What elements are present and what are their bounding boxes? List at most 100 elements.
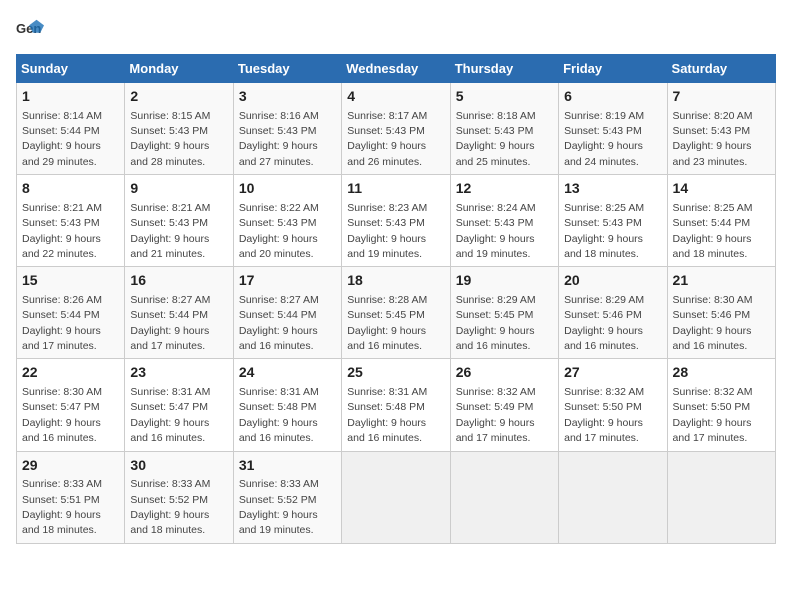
calendar-cell: 31 Sunrise: 8:33 AM Sunset: 5:52 PM Dayl… [233, 451, 341, 543]
day-number: 14 [673, 179, 770, 199]
calendar-cell: 8 Sunrise: 8:21 AM Sunset: 5:43 PM Dayli… [17, 175, 125, 267]
cell-sunrise: Sunrise: 8:30 AM [673, 294, 753, 306]
calendar-cell: 13 Sunrise: 8:25 AM Sunset: 5:43 PM Dayl… [559, 175, 667, 267]
day-number: 13 [564, 179, 661, 199]
calendar-cell: 27 Sunrise: 8:32 AM Sunset: 5:50 PM Dayl… [559, 359, 667, 451]
cell-daylight: Daylight: 9 hours and 17 minutes. [456, 417, 535, 444]
cell-daylight: Daylight: 9 hours and 17 minutes. [130, 325, 209, 352]
calendar-cell: 26 Sunrise: 8:32 AM Sunset: 5:49 PM Dayl… [450, 359, 558, 451]
calendar-cell: 25 Sunrise: 8:31 AM Sunset: 5:48 PM Dayl… [342, 359, 450, 451]
calendar-cell: 3 Sunrise: 8:16 AM Sunset: 5:43 PM Dayli… [233, 83, 341, 175]
cell-daylight: Daylight: 9 hours and 16 minutes. [564, 325, 643, 352]
cell-sunset: Sunset: 5:50 PM [673, 401, 751, 413]
cell-sunset: Sunset: 5:43 PM [564, 125, 642, 137]
day-number: 20 [564, 271, 661, 291]
cell-sunset: Sunset: 5:50 PM [564, 401, 642, 413]
day-number: 5 [456, 87, 553, 107]
calendar-cell: 30 Sunrise: 8:33 AM Sunset: 5:52 PM Dayl… [125, 451, 233, 543]
cell-sunset: Sunset: 5:43 PM [347, 217, 425, 229]
cell-sunrise: Sunrise: 8:32 AM [456, 386, 536, 398]
cell-sunrise: Sunrise: 8:21 AM [22, 202, 102, 214]
calendar-week-row: 8 Sunrise: 8:21 AM Sunset: 5:43 PM Dayli… [17, 175, 776, 267]
cell-daylight: Daylight: 9 hours and 22 minutes. [22, 233, 101, 260]
cell-daylight: Daylight: 9 hours and 25 minutes. [456, 140, 535, 167]
day-number: 31 [239, 456, 336, 476]
cell-sunrise: Sunrise: 8:31 AM [347, 386, 427, 398]
cell-sunset: Sunset: 5:52 PM [239, 494, 317, 506]
cell-sunrise: Sunrise: 8:33 AM [22, 478, 102, 490]
cell-daylight: Daylight: 9 hours and 16 minutes. [22, 417, 101, 444]
cell-daylight: Daylight: 9 hours and 23 minutes. [673, 140, 752, 167]
calendar-cell [559, 451, 667, 543]
cell-daylight: Daylight: 9 hours and 19 minutes. [239, 509, 318, 536]
cell-sunrise: Sunrise: 8:14 AM [22, 110, 102, 122]
calendar-cell: 29 Sunrise: 8:33 AM Sunset: 5:51 PM Dayl… [17, 451, 125, 543]
cell-sunrise: Sunrise: 8:24 AM [456, 202, 536, 214]
cell-sunset: Sunset: 5:44 PM [239, 309, 317, 321]
cell-sunrise: Sunrise: 8:20 AM [673, 110, 753, 122]
calendar-cell: 9 Sunrise: 8:21 AM Sunset: 5:43 PM Dayli… [125, 175, 233, 267]
cell-daylight: Daylight: 9 hours and 26 minutes. [347, 140, 426, 167]
cell-sunrise: Sunrise: 8:33 AM [130, 478, 210, 490]
cell-daylight: Daylight: 9 hours and 20 minutes. [239, 233, 318, 260]
calendar-cell: 14 Sunrise: 8:25 AM Sunset: 5:44 PM Dayl… [667, 175, 775, 267]
day-number: 9 [130, 179, 227, 199]
day-number: 1 [22, 87, 119, 107]
cell-daylight: Daylight: 9 hours and 16 minutes. [347, 417, 426, 444]
cell-daylight: Daylight: 9 hours and 16 minutes. [347, 325, 426, 352]
day-number: 8 [22, 179, 119, 199]
calendar-cell: 19 Sunrise: 8:29 AM Sunset: 5:45 PM Dayl… [450, 267, 558, 359]
day-number: 27 [564, 363, 661, 383]
cell-sunrise: Sunrise: 8:15 AM [130, 110, 210, 122]
day-number: 24 [239, 363, 336, 383]
header-day: Wednesday [342, 55, 450, 83]
calendar-cell: 6 Sunrise: 8:19 AM Sunset: 5:43 PM Dayli… [559, 83, 667, 175]
cell-daylight: Daylight: 9 hours and 24 minutes. [564, 140, 643, 167]
cell-sunset: Sunset: 5:43 PM [673, 125, 751, 137]
cell-sunset: Sunset: 5:44 PM [22, 309, 100, 321]
day-number: 21 [673, 271, 770, 291]
cell-daylight: Daylight: 9 hours and 17 minutes. [673, 417, 752, 444]
header-row: SundayMondayTuesdayWednesdayThursdayFrid… [17, 55, 776, 83]
cell-sunset: Sunset: 5:43 PM [239, 217, 317, 229]
header-day: Sunday [17, 55, 125, 83]
day-number: 29 [22, 456, 119, 476]
cell-sunset: Sunset: 5:51 PM [22, 494, 100, 506]
cell-sunrise: Sunrise: 8:18 AM [456, 110, 536, 122]
cell-daylight: Daylight: 9 hours and 18 minutes. [564, 233, 643, 260]
calendar-cell: 4 Sunrise: 8:17 AM Sunset: 5:43 PM Dayli… [342, 83, 450, 175]
header-day: Friday [559, 55, 667, 83]
cell-sunset: Sunset: 5:47 PM [22, 401, 100, 413]
cell-sunrise: Sunrise: 8:31 AM [130, 386, 210, 398]
cell-daylight: Daylight: 9 hours and 16 minutes. [673, 325, 752, 352]
cell-daylight: Daylight: 9 hours and 16 minutes. [456, 325, 535, 352]
calendar-cell: 28 Sunrise: 8:32 AM Sunset: 5:50 PM Dayl… [667, 359, 775, 451]
calendar-cell: 7 Sunrise: 8:20 AM Sunset: 5:43 PM Dayli… [667, 83, 775, 175]
header-day: Tuesday [233, 55, 341, 83]
cell-daylight: Daylight: 9 hours and 16 minutes. [130, 417, 209, 444]
cell-daylight: Daylight: 9 hours and 28 minutes. [130, 140, 209, 167]
cell-sunrise: Sunrise: 8:29 AM [456, 294, 536, 306]
calendar-cell [450, 451, 558, 543]
calendar-cell: 20 Sunrise: 8:29 AM Sunset: 5:46 PM Dayl… [559, 267, 667, 359]
calendar-week-row: 22 Sunrise: 8:30 AM Sunset: 5:47 PM Dayl… [17, 359, 776, 451]
calendar-cell: 2 Sunrise: 8:15 AM Sunset: 5:43 PM Dayli… [125, 83, 233, 175]
header-day: Monday [125, 55, 233, 83]
cell-sunset: Sunset: 5:43 PM [130, 217, 208, 229]
day-number: 15 [22, 271, 119, 291]
logo-icon: Gen [16, 16, 44, 44]
cell-sunrise: Sunrise: 8:27 AM [239, 294, 319, 306]
cell-sunset: Sunset: 5:49 PM [456, 401, 534, 413]
day-number: 6 [564, 87, 661, 107]
cell-sunset: Sunset: 5:43 PM [564, 217, 642, 229]
calendar-cell [342, 451, 450, 543]
day-number: 19 [456, 271, 553, 291]
cell-sunrise: Sunrise: 8:27 AM [130, 294, 210, 306]
day-number: 11 [347, 179, 444, 199]
header-day: Saturday [667, 55, 775, 83]
cell-daylight: Daylight: 9 hours and 18 minutes. [130, 509, 209, 536]
cell-sunrise: Sunrise: 8:32 AM [673, 386, 753, 398]
cell-daylight: Daylight: 9 hours and 17 minutes. [564, 417, 643, 444]
cell-sunset: Sunset: 5:47 PM [130, 401, 208, 413]
cell-daylight: Daylight: 9 hours and 16 minutes. [239, 417, 318, 444]
